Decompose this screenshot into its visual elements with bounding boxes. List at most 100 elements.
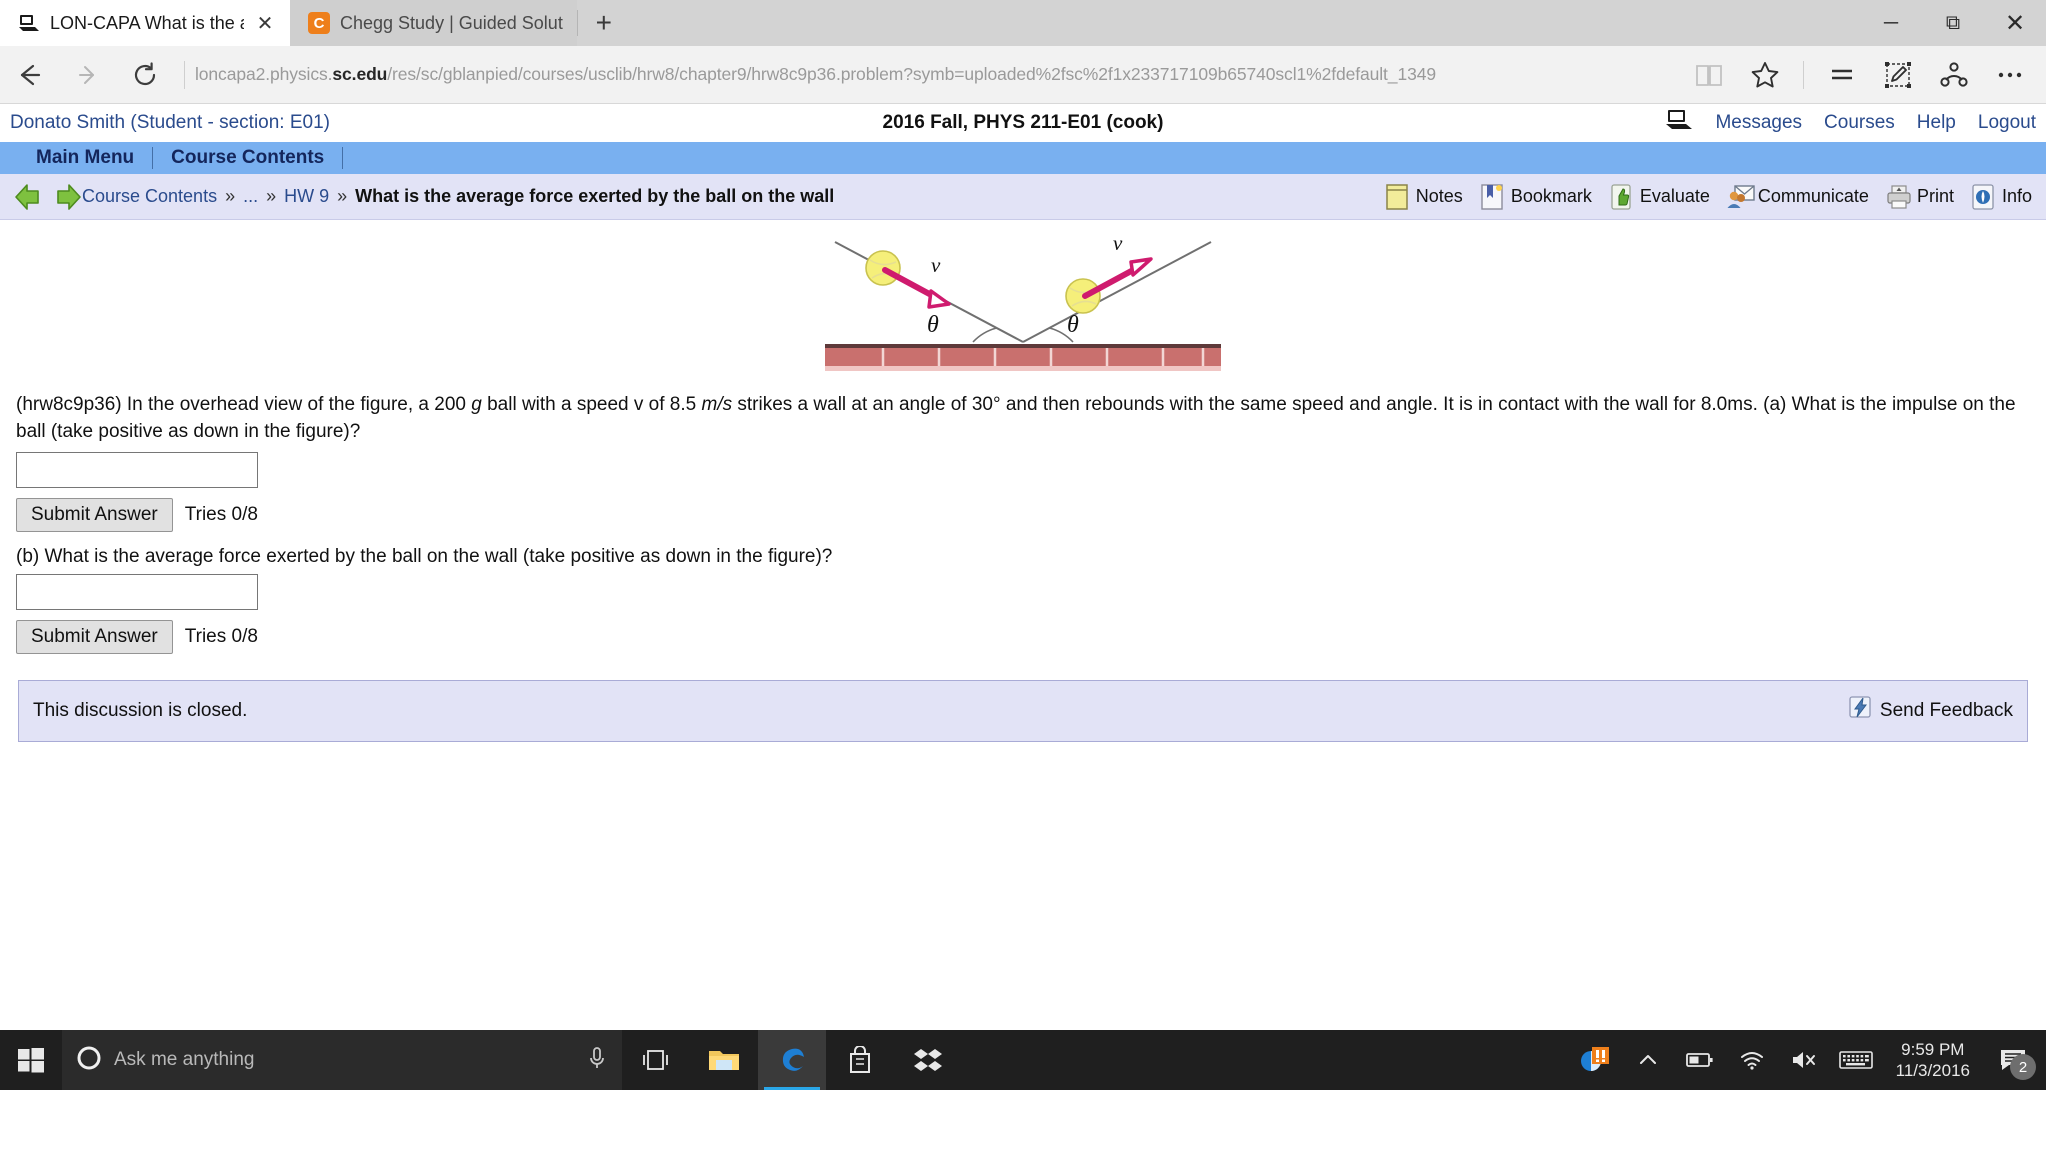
keyboard-icon[interactable] bbox=[1830, 1030, 1882, 1090]
clock-date: 11/3/2016 bbox=[1895, 1061, 1970, 1080]
refresh-icon[interactable] bbox=[116, 46, 174, 104]
app-tray-icon[interactable] bbox=[1570, 1030, 1622, 1090]
problem-text-2: ball with a speed v of 8.5 bbox=[481, 394, 702, 415]
breadcrumb-bar: Course Contents » ... » HW 9 » What is t… bbox=[0, 174, 2046, 220]
problem-figure-container: v⃗ v⃗ θ θ bbox=[0, 220, 2046, 384]
tool-bookmark-label: Bookmark bbox=[1510, 186, 1592, 206]
restore-button[interactable]: ⧉ bbox=[1922, 0, 1984, 46]
address-bar: loncapa2.physics.sc.edu/res/sc/gblanpied… bbox=[0, 46, 2046, 104]
loncapa-page: Donato Smith (Student - section: E01) 20… bbox=[0, 104, 2046, 742]
answer-input-a[interactable] bbox=[16, 451, 258, 488]
browser-tab-chegg[interactable]: C Chegg Study | Guided Solut bbox=[290, 0, 577, 46]
microphone-icon[interactable] bbox=[586, 1045, 608, 1076]
action-center-icon[interactable]: 2 bbox=[1984, 1030, 2042, 1090]
remote-control-icon[interactable] bbox=[1665, 108, 1693, 138]
tool-communicate[interactable]: Communicate bbox=[1726, 183, 1869, 211]
system-tray: 9:59 PM 11/3/2016 2 bbox=[1570, 1030, 2046, 1090]
window-controls: ─ ⧉ ✕ bbox=[1860, 0, 2046, 46]
problem-statement: (hrw8c9p36) In the overhead view of the … bbox=[0, 384, 2046, 446]
svg-text:θ: θ bbox=[1067, 312, 1079, 338]
reading-view-icon[interactable] bbox=[1681, 46, 1737, 104]
browser-window: LON-CAPA What is the a ✕ C Chegg Study |… bbox=[0, 0, 2046, 1090]
nav-link-help[interactable]: Help bbox=[1917, 112, 1956, 134]
notes-icon bbox=[1384, 183, 1410, 211]
taskbar-clock[interactable]: 9:59 PM 11/3/2016 bbox=[1882, 1039, 1984, 1082]
back-arrow-icon[interactable] bbox=[0, 46, 58, 104]
loncapa-user-bar: Donato Smith (Student - section: E01) 20… bbox=[0, 104, 2046, 142]
tool-notes-label: Notes bbox=[1415, 186, 1463, 206]
answer-input-b[interactable] bbox=[16, 573, 258, 610]
chegg-icon: C bbox=[308, 12, 330, 34]
breadcrumb-tools: Notes Bookmark Evaluate Communicate Prin… bbox=[1384, 183, 2032, 211]
printer-icon bbox=[1885, 183, 1911, 211]
breadcrumb-item-course-contents[interactable]: Course Contents bbox=[82, 186, 217, 207]
tool-print[interactable]: Print bbox=[1885, 183, 1954, 211]
answer-row-b bbox=[0, 568, 2046, 610]
breadcrumb-item-ellipsis[interactable]: ... bbox=[243, 186, 258, 207]
forward-arrow-icon[interactable] bbox=[58, 46, 116, 104]
notification-badge: 2 bbox=[2010, 1054, 2036, 1080]
tab-title-loncapa: LON-CAPA What is the a bbox=[50, 12, 244, 33]
thumbs-up-icon bbox=[1608, 183, 1634, 211]
chegg-letter: C bbox=[308, 12, 330, 34]
menu-item-course-contents[interactable]: Course Contents bbox=[153, 147, 342, 169]
tool-evaluate-label: Evaluate bbox=[1639, 186, 1710, 206]
menu-item-main-menu[interactable]: Main Menu bbox=[18, 147, 152, 169]
new-tab-button[interactable]: + bbox=[577, 0, 630, 46]
breadcrumb-item-hw9[interactable]: HW 9 bbox=[284, 186, 329, 207]
tab-strip: LON-CAPA What is the a ✕ C Chegg Study |… bbox=[0, 0, 2046, 46]
green-left-arrow-icon[interactable] bbox=[14, 182, 48, 212]
tool-communicate-label: Communicate bbox=[1757, 186, 1869, 206]
web-note-icon[interactable] bbox=[1870, 46, 1926, 104]
tool-info[interactable]: Info bbox=[1970, 183, 2032, 211]
problem-part-b: (b) What is the average force exerted by… bbox=[16, 545, 833, 567]
windows-taskbar: Ask me anything 9:59 PM 11/3/2016 2 bbox=[0, 1030, 2046, 1090]
share-icon[interactable] bbox=[1926, 46, 1982, 104]
windows-start-icon[interactable] bbox=[0, 1030, 62, 1090]
tool-notes[interactable]: Notes bbox=[1384, 183, 1463, 211]
menu-divider-2 bbox=[342, 147, 344, 169]
green-right-arrow-icon[interactable] bbox=[48, 182, 82, 212]
store-icon[interactable] bbox=[826, 1030, 894, 1090]
info-icon bbox=[1970, 183, 1996, 211]
browser-tab-loncapa[interactable]: LON-CAPA What is the a ✕ bbox=[0, 0, 290, 46]
tool-print-label: Print bbox=[1916, 186, 1954, 206]
problem-id: (hrw8c9p36) bbox=[16, 394, 122, 415]
nav-link-logout[interactable]: Logout bbox=[1978, 112, 2036, 134]
close-window-button[interactable]: ✕ bbox=[1984, 0, 2046, 46]
tries-counter-a: Tries 0/8 bbox=[184, 503, 258, 525]
edge-icon[interactable] bbox=[758, 1030, 826, 1090]
show-hidden-icons-icon[interactable] bbox=[1622, 1030, 1674, 1090]
user-info: Donato Smith (Student - section: E01) bbox=[10, 112, 330, 133]
loncapa-nav-links: Messages Courses Help Logout bbox=[1665, 108, 2036, 138]
breadcrumb-separator-1: » bbox=[225, 186, 236, 206]
submit-answer-button-a[interactable]: Submit Answer bbox=[16, 497, 173, 532]
url-input[interactable]: loncapa2.physics.sc.edu/res/sc/gblanpied… bbox=[195, 46, 1681, 104]
star-icon[interactable] bbox=[1737, 46, 1793, 104]
hub-icon[interactable] bbox=[1814, 46, 1870, 104]
minimize-button[interactable]: ─ bbox=[1860, 0, 1922, 46]
task-view-icon[interactable] bbox=[622, 1030, 690, 1090]
volume-muted-icon[interactable] bbox=[1778, 1030, 1830, 1090]
svg-text:v⃗: v⃗ bbox=[1113, 234, 1139, 255]
send-feedback-button[interactable]: Send Feedback bbox=[1846, 695, 2013, 727]
more-icon[interactable] bbox=[1982, 46, 2038, 104]
discussion-panel: This discussion is closed. Send Feedback bbox=[18, 679, 2028, 742]
submit-answer-button-b[interactable]: Submit Answer bbox=[16, 619, 173, 654]
feedback-icon bbox=[1846, 695, 1874, 727]
dropbox-icon[interactable] bbox=[894, 1030, 962, 1090]
cortana-search-box[interactable]: Ask me anything bbox=[62, 1030, 622, 1090]
tool-evaluate[interactable]: Evaluate bbox=[1608, 183, 1710, 211]
answer-row-a bbox=[0, 446, 2046, 488]
tool-bookmark[interactable]: Bookmark bbox=[1479, 183, 1592, 211]
address-divider bbox=[184, 60, 185, 89]
battery-icon[interactable] bbox=[1674, 1030, 1726, 1090]
tab-close-icon[interactable]: ✕ bbox=[254, 11, 276, 36]
nav-link-messages[interactable]: Messages bbox=[1715, 112, 1802, 134]
svg-text:θ: θ bbox=[927, 312, 939, 338]
wifi-icon[interactable] bbox=[1726, 1030, 1778, 1090]
nav-link-courses[interactable]: Courses bbox=[1824, 112, 1895, 134]
loncapa-icon bbox=[18, 12, 40, 34]
breadcrumb-separator-2: » bbox=[266, 186, 277, 206]
file-explorer-icon[interactable] bbox=[690, 1030, 758, 1090]
